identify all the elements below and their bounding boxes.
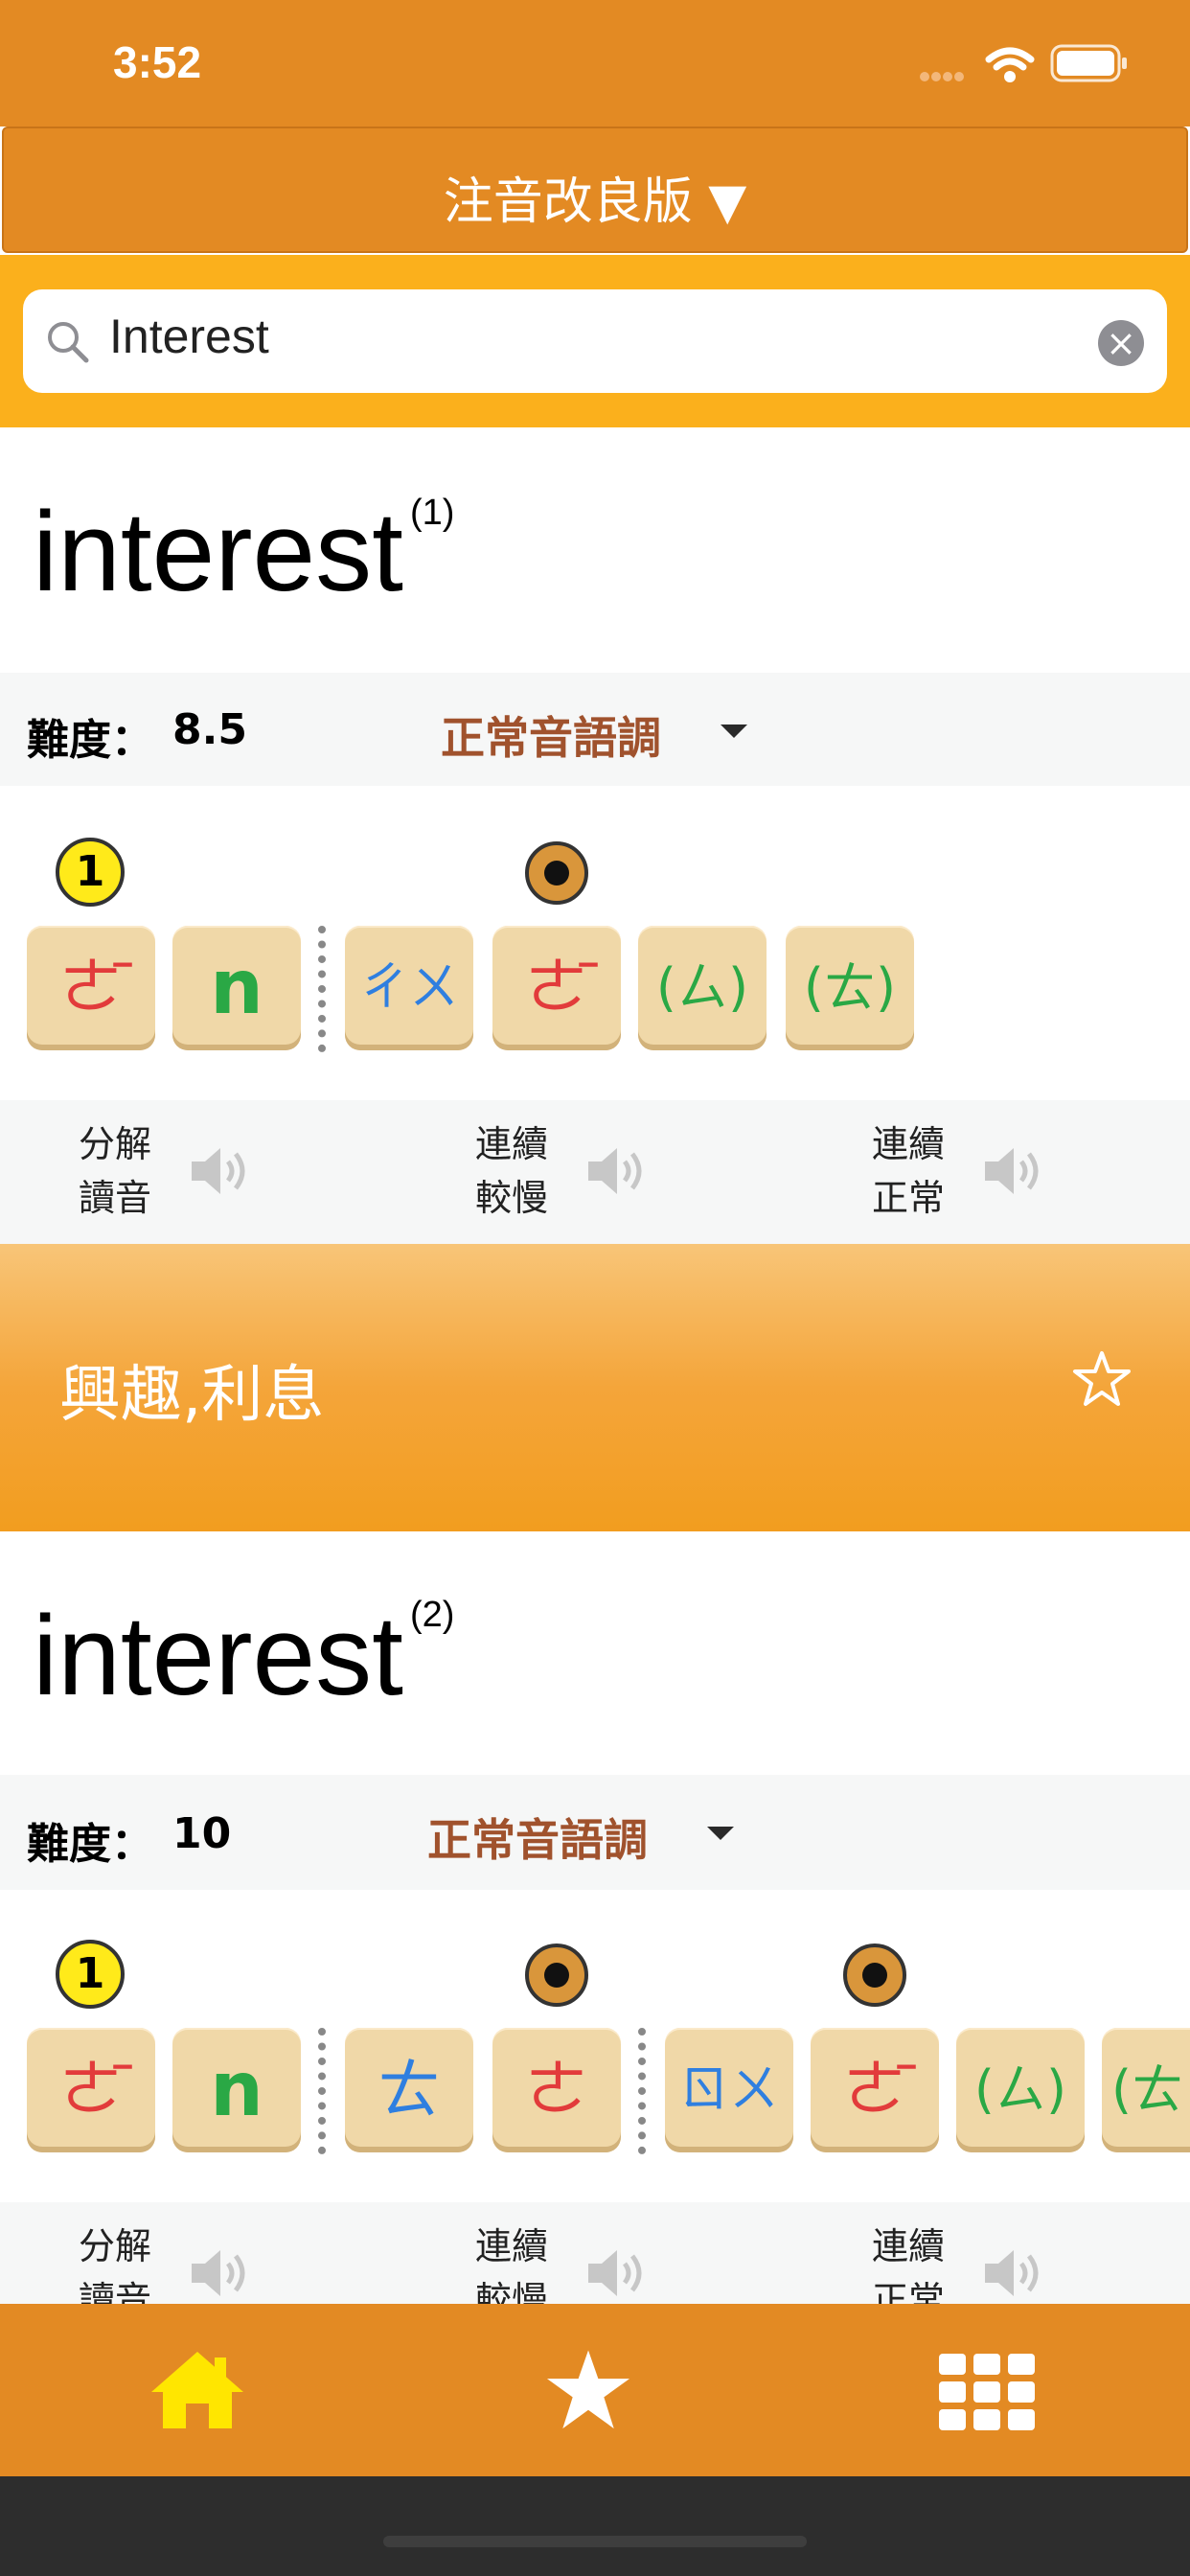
search-icon (48, 322, 89, 363)
audio-option-label: 較慢 (475, 1177, 549, 1219)
mode-selector[interactable]: 注音改良版 ▼ (2, 126, 1188, 253)
clear-search-button[interactable]: × (1098, 320, 1144, 366)
mode-selector-label: 注音改良版 ▼ (443, 173, 747, 231)
stress-mark-primary: 1 (56, 1940, 125, 2009)
phonetic-tile[interactable]: (ㄊ) (786, 926, 914, 1050)
difficulty-label: 難度： (27, 1820, 153, 1869)
tone-dropdown-icon[interactable] (707, 1827, 734, 1840)
home-icon[interactable] (148, 2348, 247, 2432)
phonetic-tile[interactable]: (ㄙ) (956, 2028, 1085, 2152)
home-indicator-area (0, 2476, 1190, 2576)
syllable-separator (318, 926, 326, 1052)
tone-dropdown-icon[interactable] (721, 724, 747, 738)
entry-index: (1) (410, 493, 455, 533)
syllable-separator (638, 2028, 646, 2154)
stress-mark-secondary-icon (843, 1944, 906, 2007)
audio-option-label: 連續 (872, 1123, 946, 1165)
audio-option-label: 正常 (872, 1177, 946, 1219)
phonetic-tile[interactable]: ㄜ̄ (27, 2028, 155, 2152)
phonetic-tile[interactable]: ㄜ̄ (492, 926, 621, 1050)
search-input-value[interactable]: Interest (109, 309, 269, 364)
audio-option-label: 連續 (475, 2225, 549, 2267)
speaker-icon[interactable] (981, 1140, 1048, 1202)
phonetic-tile[interactable]: ㄜ̄ (27, 926, 155, 1050)
speaker-icon[interactable] (981, 2242, 1048, 2304)
difficulty-label: 難度： (27, 716, 153, 765)
phonetic-tile[interactable]: n (172, 2028, 301, 2152)
speaker-icon[interactable] (584, 2242, 652, 2304)
phonetic-tile[interactable]: (ㄊ (1102, 2028, 1190, 2152)
cellular-signal-icon (920, 67, 966, 85)
speaker-icon[interactable] (188, 2242, 255, 2304)
status-time: 3:52 (113, 37, 202, 87)
phonetic-tile[interactable]: ㄖㄨ (665, 2028, 793, 2152)
phonetic-tile[interactable]: n (172, 926, 301, 1050)
syllable-separator (318, 2028, 326, 2154)
phonetic-tile[interactable]: (ㄙ) (638, 926, 767, 1050)
stress-mark-secondary-icon (525, 841, 588, 905)
grid-icon[interactable] (939, 2354, 1035, 2430)
home-indicator[interactable] (383, 2536, 807, 2547)
audio-option-label: 連續 (872, 2225, 946, 2267)
phonetic-tile[interactable]: ㄔㄨ (345, 926, 473, 1050)
difficulty-value: 10 (172, 1809, 232, 1858)
battery-icon (1050, 44, 1127, 82)
entry-word: interest (33, 489, 403, 615)
wifi-icon (985, 47, 1035, 82)
tone-selector[interactable]: 正常音語調 (427, 1806, 648, 1869)
audio-option-label: 分解 (79, 1123, 152, 1165)
phonetic-tile[interactable]: ㄜ (492, 2028, 621, 2152)
speaker-icon[interactable] (584, 1140, 652, 1202)
phonetic-tile[interactable]: ㄊ (345, 2028, 473, 2152)
audio-option-label: 分解 (79, 2225, 152, 2267)
audio-option-label: 連續 (475, 1123, 549, 1165)
speaker-icon[interactable] (188, 1140, 255, 1202)
stress-mark-secondary-icon (525, 1944, 588, 2007)
favorite-star-icon[interactable] (1071, 1349, 1133, 1409)
entry-index: (2) (410, 1595, 455, 1635)
stress-mark-primary: 1 (56, 838, 125, 907)
difficulty-value: 8.5 (172, 705, 247, 754)
meaning-text: 興趣,利息 (59, 1360, 325, 1431)
tone-selector[interactable]: 正常音語調 (441, 703, 661, 767)
phonetic-tile[interactable]: ㄜ̄ (811, 2028, 939, 2152)
star-icon[interactable] (542, 2346, 634, 2434)
entry-word: interest (33, 1593, 403, 1719)
audio-option-label: 讀音 (79, 1177, 152, 1219)
